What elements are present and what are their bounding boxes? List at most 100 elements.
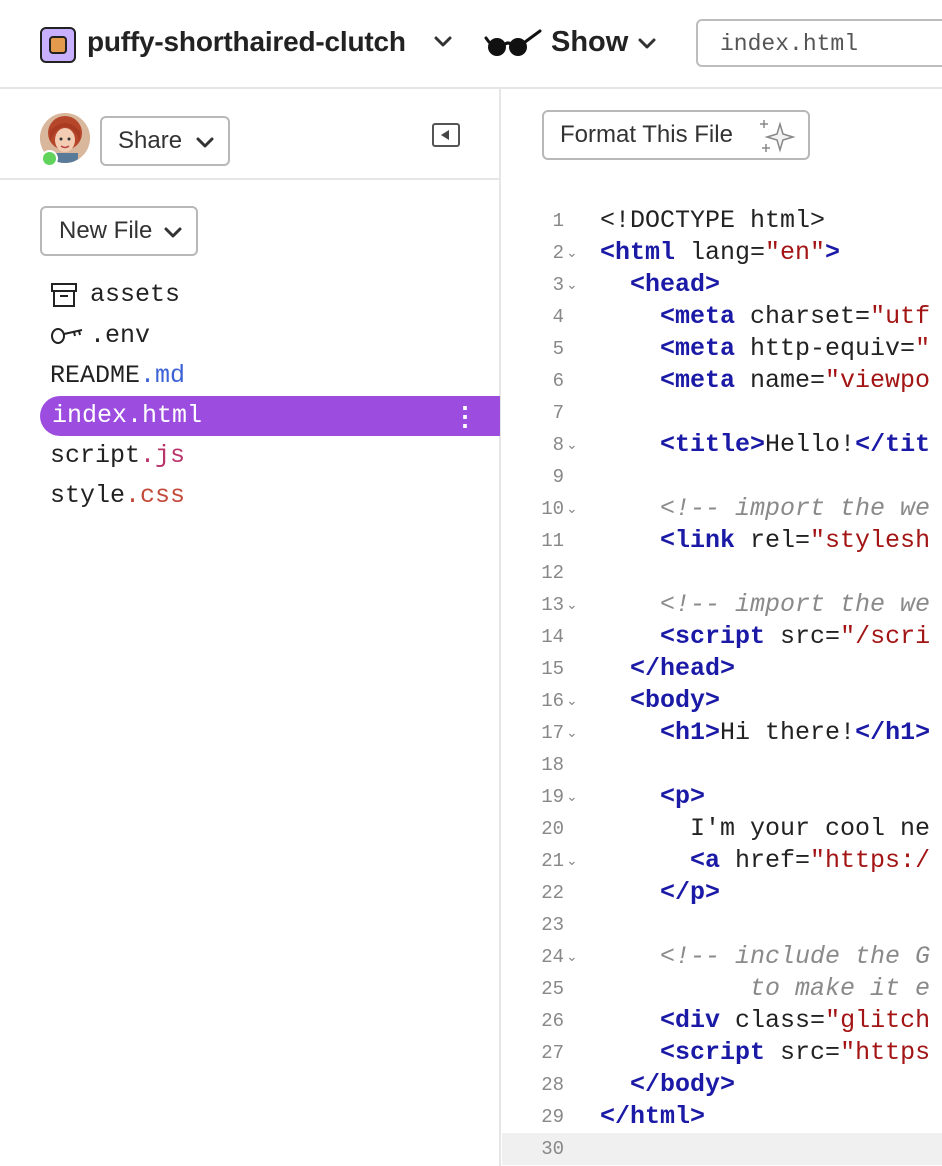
file-item-readme[interactable]: README.md: [40, 356, 500, 396]
file-item-style-css[interactable]: style.css: [40, 476, 500, 516]
more-options-icon[interactable]: ⋮: [452, 396, 478, 436]
fold-chevron-icon[interactable]: ⌄: [566, 845, 578, 877]
code-text: <html lang="en">: [600, 238, 841, 267]
code-text: <h1>Hi there!</h1>: [660, 718, 931, 747]
line-number: 25: [541, 978, 564, 1000]
code-line[interactable]: 28 </body>: [502, 1069, 942, 1101]
format-file-button[interactable]: Format This File: [542, 110, 810, 160]
code-line[interactable]: 10 ⌄ <!-- import the we: [502, 493, 942, 525]
code-line[interactable]: 19 ⌄ <p>: [502, 781, 942, 813]
code-line[interactable]: 11 <link rel="stylesh: [502, 525, 942, 557]
fold-chevron-icon[interactable]: ⌄: [566, 269, 578, 301]
chevron-down-icon: [196, 137, 214, 148]
code-line[interactable]: 29 </html>: [502, 1101, 942, 1133]
file-item-index-html[interactable]: index.html ⋮: [40, 396, 500, 436]
code-text: <!-- include the G: [660, 942, 931, 971]
code-line[interactable]: 25 to make it e: [502, 973, 942, 1005]
fold-chevron-icon[interactable]: ⌄: [566, 237, 578, 269]
line-number: 13: [541, 594, 564, 616]
line-number: 9: [552, 466, 564, 488]
code-line[interactable]: 24 ⌄ <!-- include the G: [502, 941, 942, 973]
file-item-assets[interactable]: assets: [40, 275, 500, 315]
line-number: 1: [552, 210, 564, 232]
code-text: <!-- import the we: [660, 494, 931, 523]
line-number: 5: [552, 338, 564, 360]
code-line[interactable]: 7: [502, 397, 942, 429]
code-line[interactable]: 21 ⌄ <a href="https:/: [502, 845, 942, 877]
file-name: script.js: [50, 441, 186, 470]
online-status-dot: [41, 150, 58, 167]
key-icon: [51, 328, 83, 344]
code-line[interactable]: 3 ⌄ <head>: [502, 269, 942, 301]
sparkle-icon: [760, 120, 796, 153]
fold-chevron-icon[interactable]: ⌄: [566, 781, 578, 813]
fold-chevron-icon[interactable]: ⌄: [566, 589, 578, 621]
code-line[interactable]: 5 <meta http-equiv=": [502, 333, 942, 365]
fold-chevron-icon[interactable]: ⌄: [566, 717, 578, 749]
code-line[interactable]: 14 <script src="/scri: [502, 621, 942, 653]
line-number: 22: [541, 882, 564, 904]
code-text: </head>: [630, 654, 736, 683]
sidebar: Share New File assets .env README.md ind…: [0, 89, 501, 1166]
code-line[interactable]: 12: [502, 557, 942, 589]
file-name: assets: [90, 280, 181, 309]
code-text: </html>: [600, 1102, 706, 1131]
line-number: 26: [541, 1010, 564, 1032]
code-line[interactable]: 27 <script src="https: [502, 1037, 942, 1069]
code-line[interactable]: 1 <!DOCTYPE html>: [502, 205, 942, 237]
code-text: <script src="/scri: [660, 622, 931, 651]
top-bar: puffy-shorthaired-clutch Show index.html: [0, 0, 942, 89]
code-line[interactable]: 13 ⌄ <!-- import the we: [502, 589, 942, 621]
line-number: 24: [541, 946, 564, 968]
project-name[interactable]: puffy-shorthaired-clutch: [87, 24, 406, 60]
fold-chevron-icon[interactable]: ⌄: [566, 685, 578, 717]
code-line[interactable]: 18: [502, 749, 942, 781]
sunglasses-icon: [484, 29, 542, 56]
code-line[interactable]: 9: [502, 461, 942, 493]
project-icon[interactable]: [40, 27, 76, 63]
file-name: style.css: [50, 481, 186, 510]
code-line[interactable]: 23: [502, 909, 942, 941]
fold-chevron-icon[interactable]: ⌄: [566, 493, 578, 525]
code-line[interactable]: 20 I'm your cool ne: [502, 813, 942, 845]
line-number: 21: [541, 850, 564, 872]
line-number: 8: [552, 434, 564, 456]
share-button[interactable]: Share: [100, 116, 230, 166]
preview-url-input[interactable]: index.html: [696, 19, 942, 67]
code-line[interactable]: 2 ⌄ <html lang="en">: [502, 237, 942, 269]
line-number: 20: [541, 818, 564, 840]
code-text: <script src="https: [660, 1038, 931, 1067]
code-line[interactable]: 15 </head>: [502, 653, 942, 685]
format-file-label: Format This File: [560, 121, 733, 148]
code-line[interactable]: 22 </p>: [502, 877, 942, 909]
line-number: 12: [541, 562, 564, 584]
file-name: README.md: [50, 361, 186, 390]
code-line[interactable]: 8 ⌄ <title>Hello!</tit: [502, 429, 942, 461]
code-text: <link rel="stylesh: [660, 526, 931, 555]
file-item-env[interactable]: .env: [40, 316, 500, 356]
code-line[interactable]: 17 ⌄ <h1>Hi there!</h1>: [502, 717, 942, 749]
collapse-sidebar-icon[interactable]: [432, 123, 460, 147]
code-line[interactable]: 26 <div class="glitch: [502, 1005, 942, 1037]
new-file-label: New File: [59, 217, 153, 244]
code-line[interactable]: 16 ⌄ <body>: [502, 685, 942, 717]
code-text: <meta name="viewpo: [660, 366, 931, 395]
code-line[interactable]: 4 <meta charset="utf: [502, 301, 942, 333]
line-number: 11: [541, 530, 564, 552]
line-number: 15: [541, 658, 564, 680]
line-number: 28: [541, 1074, 564, 1096]
code-line[interactable]: 6 <meta name="viewpo: [502, 365, 942, 397]
file-item-script-js[interactable]: script.js: [40, 436, 500, 476]
fold-chevron-icon[interactable]: ⌄: [566, 429, 578, 461]
share-label: Share: [118, 127, 183, 154]
code-line[interactable]: 30: [502, 1133, 942, 1165]
code-text: </body>: [630, 1070, 736, 1099]
line-number: 16: [541, 690, 564, 712]
archive-icon: [51, 283, 77, 307]
code-text: <!DOCTYPE html>: [600, 206, 826, 235]
fold-chevron-icon[interactable]: ⌄: [566, 941, 578, 973]
code-editor[interactable]: Format This File 1 <!DOCTYPE html> 2 ⌄ <html…: [502, 89, 942, 1166]
line-number: 10: [541, 498, 564, 520]
new-file-button[interactable]: New File: [40, 206, 198, 256]
chevron-down-icon[interactable]: [432, 30, 454, 52]
